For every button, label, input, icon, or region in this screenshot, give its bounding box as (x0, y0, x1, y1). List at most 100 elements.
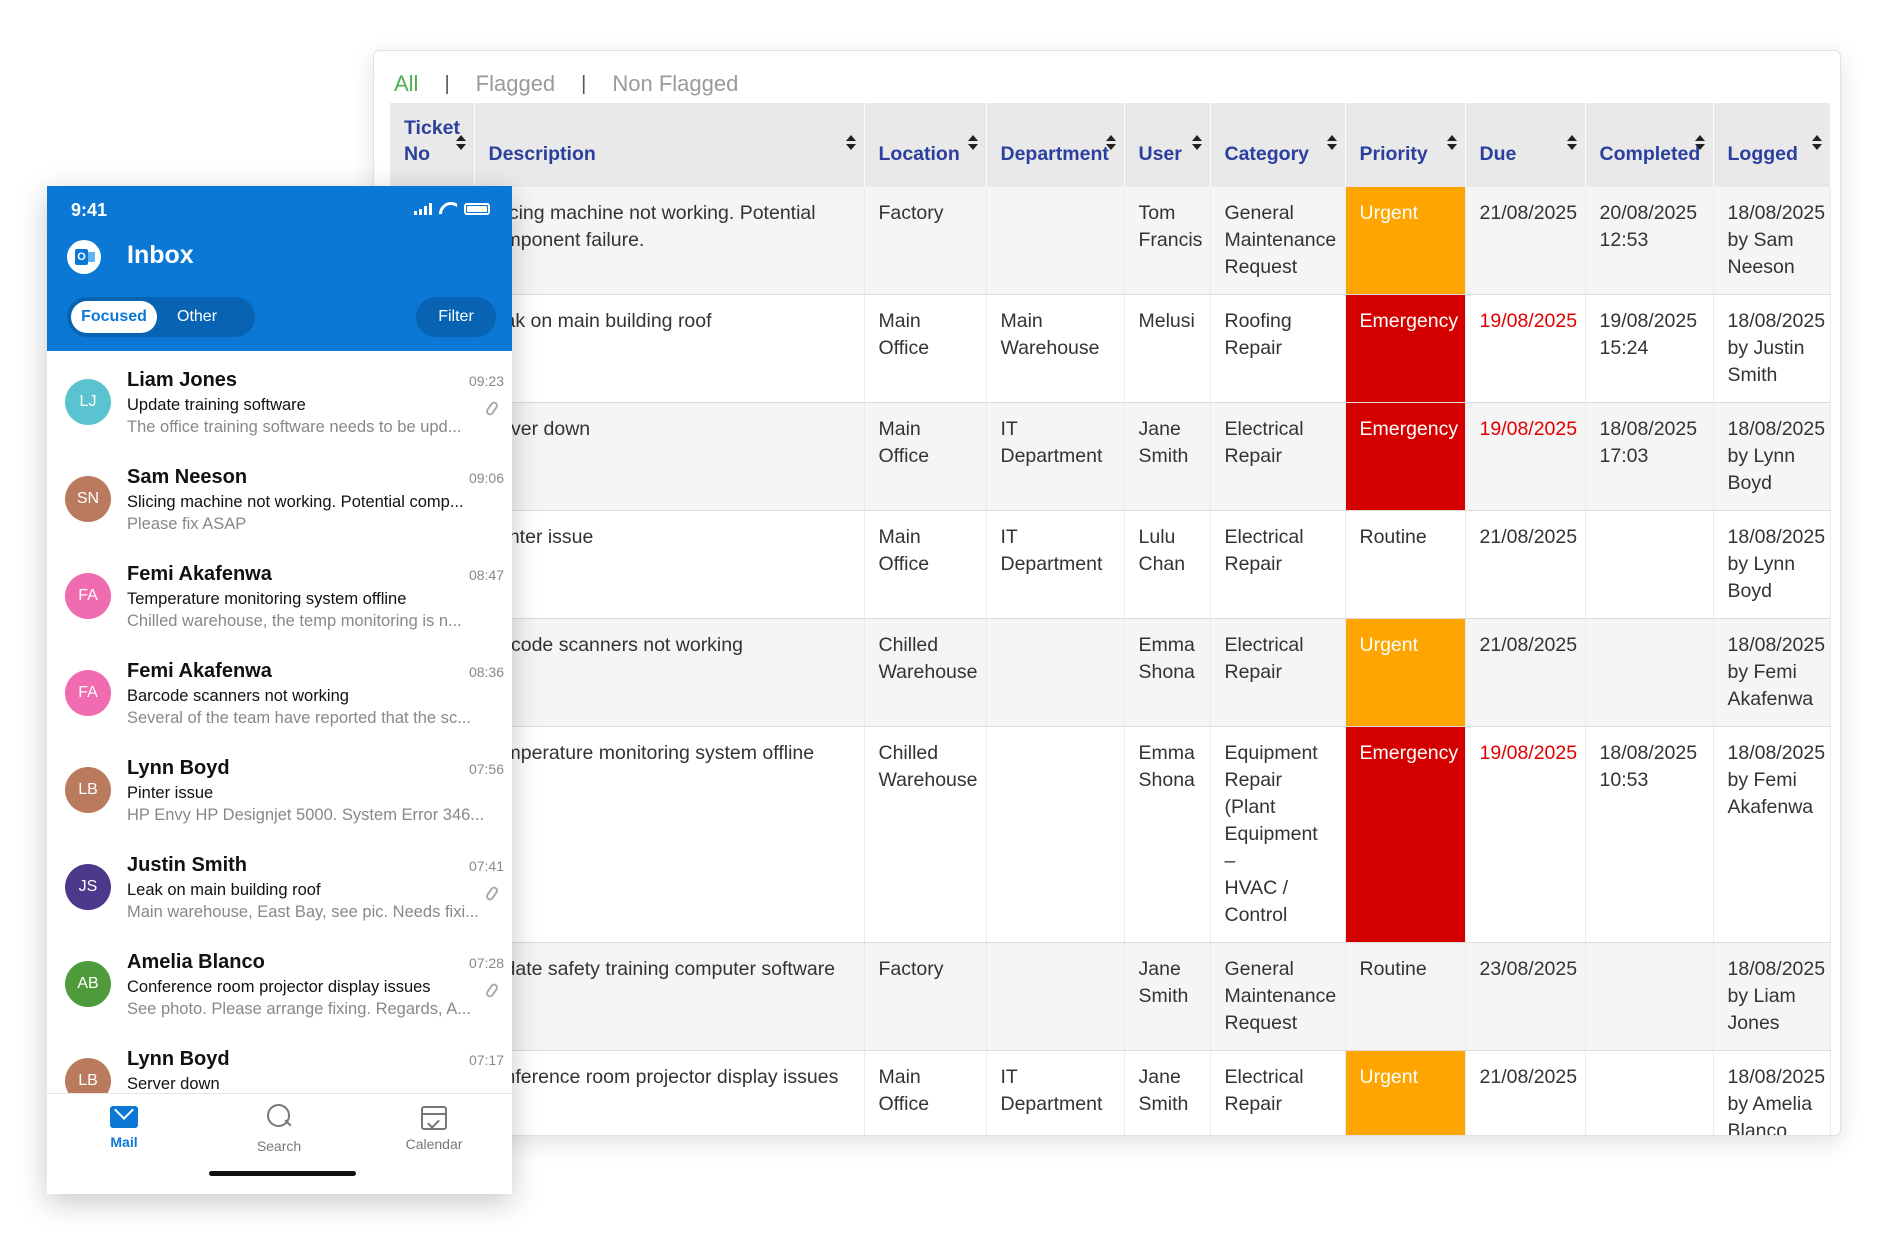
col-user[interactable]: User (1124, 103, 1211, 187)
other-tab[interactable]: Other (177, 297, 217, 337)
sort-icon[interactable] (1191, 135, 1202, 151)
cell-priority: Urgent (1345, 618, 1466, 727)
sort-icon[interactable] (1811, 135, 1822, 151)
cell-category: General Maintenance Request (1210, 187, 1346, 295)
home-indicator (209, 1171, 356, 1176)
cell-logged: 18/08/2025 by Sam Neeson (1713, 187, 1831, 295)
cell-user: Emma Shona (1124, 726, 1211, 943)
tab-calendar[interactable]: Calendar (384, 1102, 484, 1152)
table-row[interactable]: ak on main building roof Main Office Main … (390, 294, 1831, 403)
col-priority[interactable]: Priority (1345, 103, 1466, 187)
cell-due: 19/08/2025 (1465, 402, 1586, 511)
filter-button[interactable]: Filter (416, 297, 496, 337)
col-label: Logged (1727, 143, 1798, 165)
avatar: FA (65, 573, 111, 619)
cell-location: Main Office (864, 294, 987, 403)
table-row[interactable]: rcode scanners not working Chilled Wareho… (390, 618, 1831, 727)
message-item[interactable]: FA Femi Akafenwa 08:36 Barcode scanners not… (47, 642, 512, 739)
message-item[interactable]: LBLynn Boyd07:17Server downThe main offi… (47, 1030, 512, 1093)
col-location[interactable]: Location (864, 103, 987, 187)
outlook-logo-icon[interactable]: O (67, 240, 101, 274)
message-preview: HP Envy HP Designjet 5000. System Error … (127, 806, 485, 824)
message-time: 07:41 (468, 858, 504, 874)
sort-icon[interactable] (845, 135, 856, 151)
message-sender: Sam Neeson (127, 466, 248, 488)
message-item[interactable]: SN Sam Neeson 09:06 Slicing machine not wor… (47, 448, 512, 545)
cell-department: IT Department (986, 1050, 1125, 1135)
filter-tabs: All | Flagged | Non Flagged (394, 71, 738, 97)
cell-logged: 18/08/2025 by Femi Akafenwa (1713, 726, 1831, 943)
col-ticket-no[interactable]: Ticket No (390, 103, 475, 187)
cell-logged: 18/08/2025 by Lynn Boyd (1713, 402, 1831, 511)
cell-location: Chilled Warehouse (864, 618, 987, 727)
cell-due: 21/08/2025 (1465, 187, 1586, 295)
tab-non-flagged[interactable]: Non Flagged (612, 71, 738, 97)
cell-category: Equipment Repair (Plant Equipment – HVAC… (1210, 726, 1346, 943)
ticket-list-panel: All | Flagged | Non Flagged Ticket No De… (373, 50, 1841, 1136)
message-subject: Barcode scanners not working (127, 687, 349, 705)
sort-icon[interactable] (967, 135, 978, 151)
col-logged[interactable]: Logged (1713, 103, 1831, 187)
message-subject: Update training software (127, 396, 306, 414)
message-sender: Liam Jones (127, 369, 238, 391)
cell-priority: Emergency (1345, 726, 1466, 943)
table-row[interactable]: inter issue Main Office IT Department Lulu … (390, 510, 1831, 619)
col-completed[interactable]: Completed (1585, 103, 1714, 187)
message-item[interactable]: FA Femi Akafenwa 08:47 Temperature monitori… (47, 545, 512, 642)
tab-mail-label: Mail (110, 1134, 138, 1150)
tab-search[interactable]: Search (229, 1102, 329, 1154)
sort-icon[interactable] (1326, 135, 1337, 151)
table-row[interactable]: icing machine not working. Potential mpo… (390, 187, 1831, 295)
col-description[interactable]: Description (474, 103, 865, 187)
message-item[interactable]: LB Lynn Boyd 07:56 Pinter issue HP Envy HP D… (47, 739, 512, 836)
cell-category: General Maintenance Request (1210, 942, 1346, 1051)
message-sender: Lynn Boyd (127, 1048, 230, 1070)
cell-completed (1585, 1050, 1714, 1135)
tab-all[interactable]: All (394, 71, 418, 97)
message-sender: Lynn Boyd (127, 757, 230, 779)
cell-priority: Routine (1345, 510, 1466, 619)
col-label: User (1138, 143, 1182, 165)
col-label: Ticket No (404, 117, 461, 165)
cell-completed: 18/08/2025 10:53 (1585, 726, 1714, 943)
cell-department (986, 187, 1125, 295)
col-due[interactable]: Due (1465, 103, 1586, 187)
avatar: JS (65, 864, 111, 910)
tab-flagged[interactable]: Flagged (476, 71, 556, 97)
table-row[interactable]: rver down Main Office IT Department Jane Sm… (390, 402, 1831, 511)
col-label: Due (1479, 143, 1517, 165)
cell-description: rver down (474, 402, 865, 511)
table-row[interactable]: mperature monitoring system offline Chill… (390, 726, 1831, 943)
sort-icon[interactable] (1566, 135, 1577, 151)
cell-category: Electrical Repair (1210, 402, 1346, 511)
col-label: Priority (1359, 143, 1428, 165)
focused-other-toggle: Focused Other (67, 297, 255, 337)
status-time: 9:41 (71, 200, 108, 220)
message-subject: Slicing machine not working. Potential c… (127, 493, 464, 511)
tab-mail[interactable]: Mail (74, 1102, 174, 1150)
wifi-icon (439, 202, 457, 215)
phone-outlook-app: 9:41 O Inbox Focused Other Filter LJ Liam… (47, 186, 512, 1194)
message-subject: Temperature monitoring system offline (127, 590, 407, 608)
cell-priority: Emergency (1345, 402, 1466, 511)
message-item[interactable]: JS Justin Smith 07:41 Leak on main building… (47, 836, 512, 933)
sort-icon[interactable] (455, 135, 466, 151)
cell-department (986, 618, 1125, 727)
focused-tab[interactable]: Focused (71, 301, 157, 333)
col-department[interactable]: Department (986, 103, 1125, 187)
sort-icon[interactable] (1105, 135, 1116, 151)
col-category[interactable]: Category (1210, 103, 1346, 187)
table-row[interactable]: nference room projector display issues Ma… (390, 1050, 1831, 1135)
message-item[interactable]: LJ Liam Jones 09:23 Update training softwar… (47, 351, 512, 448)
message-item[interactable]: AB Amelia Blanco 07:28 Conference room proj… (47, 933, 512, 1030)
table-row[interactable]: date safety training computer software Fa… (390, 942, 1831, 1051)
message-time: 08:36 (468, 664, 504, 680)
cell-logged: 18/08/2025 by Femi Akafenwa (1713, 618, 1831, 727)
cell-location: Main Office (864, 402, 987, 511)
message-subject: Pinter issue (127, 784, 214, 802)
sort-icon[interactable] (1694, 135, 1705, 151)
cell-logged: 18/08/2025 by Justin Smith (1713, 294, 1831, 403)
avatar: SN (65, 476, 111, 522)
col-label: Category (1224, 143, 1310, 165)
sort-icon[interactable] (1446, 135, 1457, 151)
